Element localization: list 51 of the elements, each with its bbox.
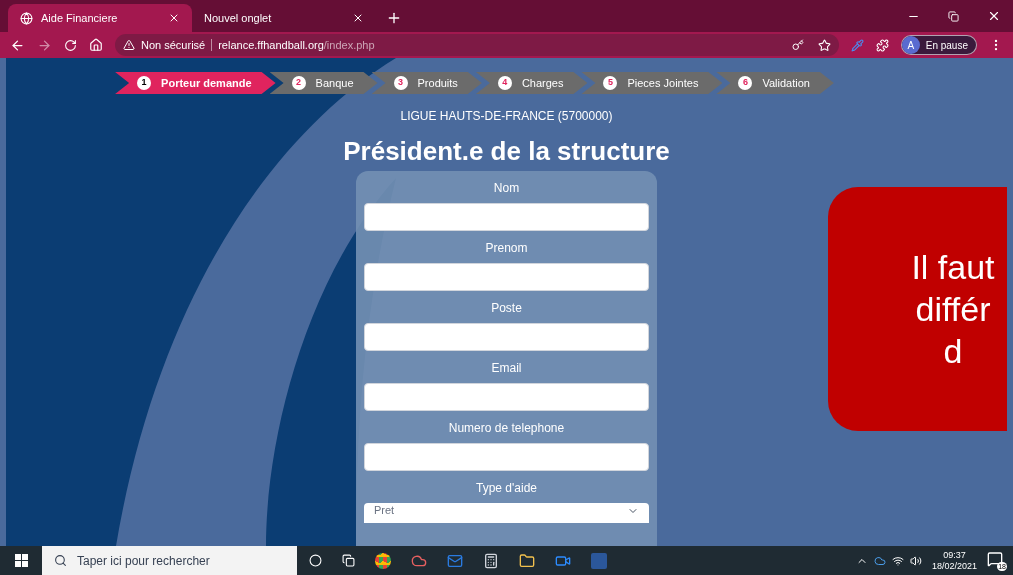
step-tab[interactable]: 2 Banque <box>269 72 378 94</box>
wifi-icon[interactable] <box>891 554 904 567</box>
globe-icon <box>20 11 33 25</box>
aid-type-select[interactable]: Pret <box>364 503 649 523</box>
step-tab[interactable]: 6 Validation <box>716 72 834 94</box>
field-label: Nom <box>492 180 521 197</box>
taskbar-search-field[interactable]: Taper ici pour rechercher <box>42 546 297 575</box>
puzzle-icon[interactable] <box>875 38 889 52</box>
search-icon <box>54 554 67 567</box>
text-field[interactable] <box>364 383 649 411</box>
field-label: Type d'aide <box>475 480 538 497</box>
star-icon[interactable] <box>817 38 831 52</box>
folder-icon[interactable] <box>519 552 535 569</box>
text-field[interactable] <box>364 263 649 291</box>
step-tab[interactable]: 5 Pieces Jointes <box>581 72 723 94</box>
field-label: Numero de telephone <box>447 420 566 437</box>
mail-icon[interactable] <box>447 552 463 569</box>
callout-text: Il faut différ d <box>910 247 995 372</box>
circle-icon[interactable] <box>309 554 322 567</box>
warning-icon <box>123 39 135 51</box>
page-heading: Président.e de la structure <box>343 135 670 167</box>
text-field[interactable] <box>364 443 649 471</box>
browser-tab[interactable]: Nouvel onglet <box>192 4 376 32</box>
speaker-icon[interactable] <box>909 554 922 567</box>
field-label: Poste <box>490 300 523 317</box>
step-tab[interactable]: 4 Charges <box>475 72 588 94</box>
close-icon[interactable] <box>987 9 1001 23</box>
clock-time: 09:37 <box>943 549 966 561</box>
back-icon[interactable] <box>10 37 25 53</box>
profile-button[interactable]: A En pause <box>900 35 977 55</box>
field-label: Prenom <box>484 240 529 257</box>
clock-date: 18/02/2021 <box>931 560 977 572</box>
new-tab-icon[interactable] <box>386 10 402 26</box>
field-label: Email <box>490 360 523 377</box>
step-tab[interactable]: 1 Porteur demande <box>115 72 276 94</box>
text-field[interactable] <box>364 203 649 231</box>
calculator-icon[interactable] <box>483 552 499 569</box>
browser-icon[interactable] <box>375 552 391 569</box>
close-icon[interactable] <box>352 12 364 24</box>
browser-tab[interactable]: Aide Financiere <box>8 4 192 32</box>
home-icon[interactable] <box>89 38 103 52</box>
key-icon[interactable] <box>791 39 804 51</box>
reload-icon[interactable] <box>64 38 77 52</box>
close-icon[interactable] <box>168 12 180 24</box>
task-view-icon[interactable] <box>342 554 355 567</box>
address-bar[interactable]: Non sécurisé relance.ffhandball.org/index.php <box>115 34 839 56</box>
step-tab[interactable]: 3 Produits <box>371 72 482 94</box>
text-field[interactable] <box>364 323 649 351</box>
organization-name: LIGUE HAUTS-DE-FRANCE (5700000) <box>400 108 613 125</box>
cloud-icon[interactable] <box>873 554 886 567</box>
restore-icon[interactable] <box>948 10 959 22</box>
